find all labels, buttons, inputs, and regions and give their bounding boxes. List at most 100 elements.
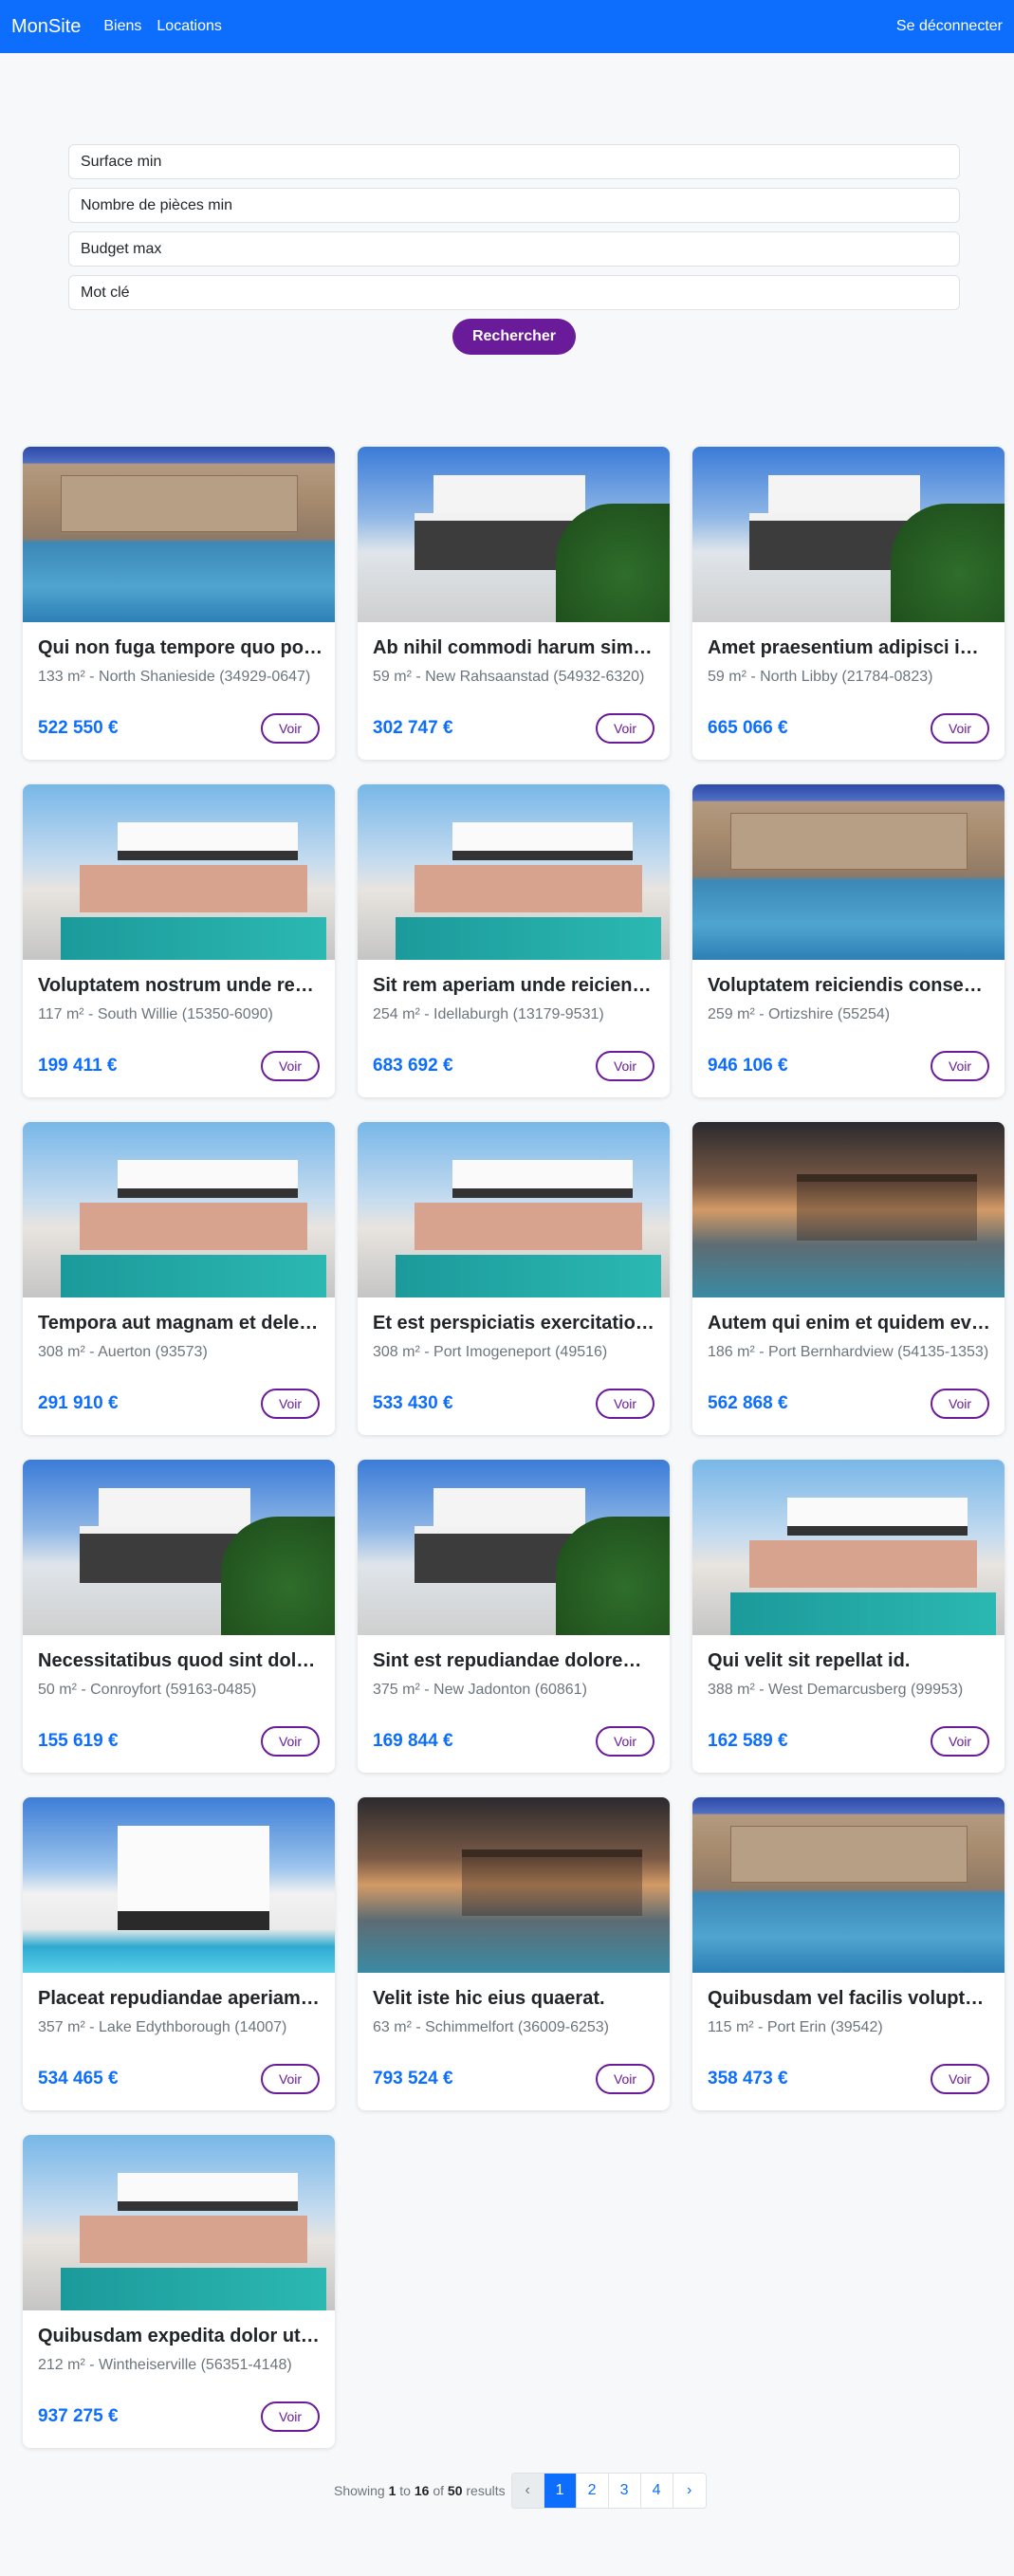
listing-card: Voluptatem reiciendis consequatur 259 m² … (692, 784, 1005, 1097)
showing-from: 1 (388, 2483, 396, 2498)
nav-link-locations[interactable]: Locations (157, 18, 222, 35)
listing-grid: Qui non fuga tempore quo possimus 133 m² … (23, 447, 1005, 2448)
brand-logo[interactable]: MonSite (11, 16, 81, 38)
listing-price: 946 106 € (708, 1056, 788, 1076)
view-listing-button[interactable]: Voir (596, 2064, 654, 2094)
listing-details: 133 m² - North Shanieside (34929-0647) (38, 669, 311, 685)
logout-link[interactable]: Se déconnecter (896, 18, 1003, 35)
listing-details: 357 m² - Lake Edythborough (14007) (38, 2019, 287, 2035)
listing-details: 375 m² - New Jadonton (60861) (373, 1682, 587, 1698)
listing-title: Quibusdam expedita dolor ut aut (38, 2326, 323, 2346)
listing-details: 59 m² - North Libby (21784-0823) (708, 669, 933, 685)
listing-price: 169 844 € (373, 1731, 453, 1751)
listing-details: 117 m² - South Willie (15350-6090) (38, 1006, 273, 1022)
listing-price: 358 473 € (708, 2069, 788, 2088)
listing-photo[interactable] (358, 1460, 670, 1635)
nav-link-biens[interactable]: Biens (103, 18, 141, 35)
view-listing-button[interactable]: Voir (931, 1726, 989, 1757)
view-listing-button[interactable]: Voir (596, 713, 654, 744)
listing-price: 155 619 € (38, 1731, 119, 1751)
listing-photo[interactable] (23, 1460, 335, 1635)
results-summary: Showing 1 to 16 of 50 results (334, 2483, 506, 2498)
listing-photo[interactable] (358, 784, 670, 960)
showing-prefix: Showing (334, 2483, 385, 2498)
view-listing-button[interactable]: Voir (596, 1051, 654, 1081)
listing-title: Autem qui enim et quidem eveniet (708, 1313, 992, 1334)
listing-card: Necessitatibus quod sint dolorem 50 m² - … (23, 1460, 335, 1773)
view-listing-button[interactable]: Voir (261, 1726, 320, 1757)
view-listing-button[interactable]: Voir (931, 713, 989, 744)
listing-card: Autem qui enim et quidem eveniet 186 m² -… (692, 1122, 1005, 1435)
listing-title: Voluptatem nostrum unde repellat (38, 975, 323, 996)
view-listing-button[interactable]: Voir (596, 1726, 654, 1757)
listing-details: 212 m² - Wintheiserville (56351-4148) (38, 2357, 292, 2373)
listing-details: 308 m² - Auerton (93573) (38, 1344, 208, 1360)
listing-card: Sint est repudiandae dolorem earum 375 m²… (358, 1460, 670, 1773)
view-listing-button[interactable]: Voir (261, 713, 320, 744)
listing-title: Tempora aut magnam et deleniti (38, 1313, 323, 1334)
listing-photo[interactable] (23, 1797, 335, 1973)
showing-to-word: to (399, 2483, 411, 2498)
listing-card: Sit rem aperiam unde reiciendis 254 m² - … (358, 784, 670, 1097)
listing-photo[interactable] (23, 2135, 335, 2310)
listing-details: 115 m² - Port Erin (39542) (708, 2019, 883, 2035)
listing-photo[interactable] (358, 1122, 670, 1297)
listing-card: Placeat repudiandae aperiam quia 357 m² -… (23, 1797, 335, 2110)
listing-card: Quibusdam vel facilis voluptatem 115 m² -… (692, 1797, 1005, 2110)
view-listing-button[interactable]: Voir (596, 1389, 654, 1419)
view-listing-button[interactable]: Voir (261, 2401, 320, 2432)
view-listing-button[interactable]: Voir (931, 2064, 989, 2094)
page-1-button[interactable]: 1 (544, 2474, 577, 2508)
top-navbar: MonSite Biens Locations Se déconnecter (0, 0, 1014, 53)
search-button[interactable]: Rechercher (452, 319, 576, 355)
listing-photo[interactable] (692, 1460, 1005, 1635)
search-form: Rechercher (68, 144, 960, 355)
showing-of-word: of (433, 2483, 445, 2498)
listing-details: 50 m² - Conroyfort (59163-0485) (38, 1682, 257, 1698)
listing-title: Ab nihil commodi harum similique (373, 637, 657, 658)
listing-card: Et est perspiciatis exercitationem 308 m²… (358, 1122, 670, 1435)
listing-price: 534 465 € (38, 2069, 119, 2088)
listing-photo[interactable] (23, 1122, 335, 1297)
prev-page-button[interactable]: ‹ (511, 2474, 544, 2508)
budget-max-input[interactable] (68, 231, 960, 267)
next-page-button[interactable]: › (673, 2474, 706, 2508)
listing-details: 186 m² - Port Bernhardview (54135-1353) (708, 1344, 989, 1360)
listing-photo[interactable] (692, 447, 1005, 622)
listing-price: 665 066 € (708, 718, 788, 738)
listing-title: Placeat repudiandae aperiam quia (38, 1988, 323, 2009)
view-listing-button[interactable]: Voir (931, 1051, 989, 1081)
listing-details: 63 m² - Schimmelfort (36009-6253) (373, 2019, 609, 2035)
listing-price: 162 589 € (708, 1731, 788, 1751)
listing-title: Qui velit sit repellat id. (708, 1650, 911, 1671)
listing-title: Amet praesentium adipisci impedit (708, 637, 992, 658)
listing-price: 793 524 € (373, 2069, 453, 2088)
rooms-min-input[interactable] (68, 188, 960, 223)
listing-price: 199 411 € (38, 1056, 118, 1076)
view-listing-button[interactable]: Voir (261, 2064, 320, 2094)
showing-total: 50 (447, 2483, 463, 2498)
keyword-input[interactable] (68, 275, 960, 310)
listing-title: Et est perspiciatis exercitationem (373, 1313, 657, 1334)
listing-photo[interactable] (358, 447, 670, 622)
page-2-button[interactable]: 2 (576, 2474, 609, 2508)
surface-min-input[interactable] (68, 144, 960, 179)
listing-photo[interactable] (692, 1797, 1005, 1973)
page-4-button[interactable]: 4 (640, 2474, 673, 2508)
listing-details: 254 m² - Idellaburgh (13179-9531) (373, 1006, 604, 1022)
page-3-button[interactable]: 3 (608, 2474, 641, 2508)
listing-photo[interactable] (23, 784, 335, 960)
pagination: Showing 1 to 16 of 50 results ‹ 1 2 3 4 … (334, 2473, 707, 2509)
view-listing-button[interactable]: Voir (261, 1389, 320, 1419)
listing-photo[interactable] (692, 784, 1005, 960)
listing-photo[interactable] (358, 1797, 670, 1973)
listing-card: Qui velit sit repellat id. 388 m² - West … (692, 1460, 1005, 1773)
listing-photo[interactable] (692, 1122, 1005, 1297)
view-listing-button[interactable]: Voir (931, 1389, 989, 1419)
listing-photo[interactable] (23, 447, 335, 622)
listing-card: Tempora aut magnam et deleniti 308 m² - A… (23, 1122, 335, 1435)
listing-price: 522 550 € (38, 718, 119, 738)
listing-card: Velit iste hic eius quaerat. 63 m² - Schi… (358, 1797, 670, 2110)
view-listing-button[interactable]: Voir (261, 1051, 320, 1081)
listing-price: 683 692 € (373, 1056, 453, 1076)
